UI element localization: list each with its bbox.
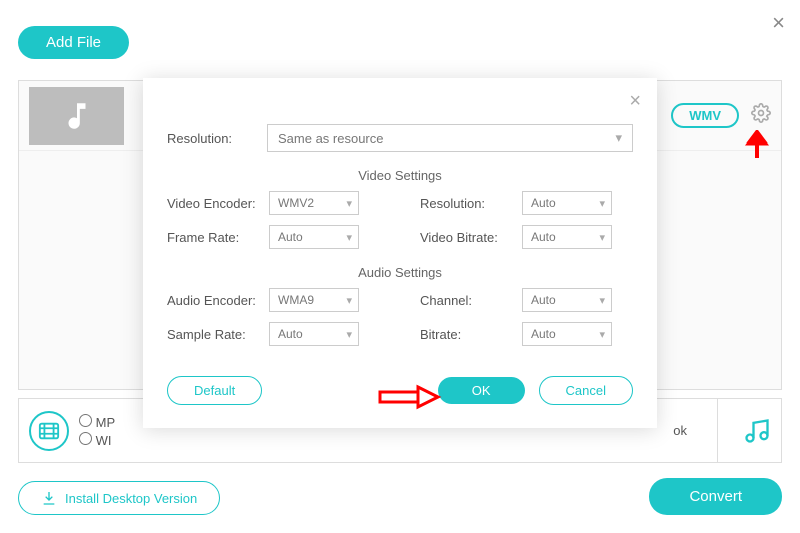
- radio-option-2[interactable]: WI: [79, 432, 115, 448]
- channel-label: Channel:: [420, 293, 522, 308]
- sample-rate-select[interactable]: Auto: [269, 322, 359, 346]
- bitrate-label: Bitrate:: [420, 327, 522, 342]
- audio-encoder-select[interactable]: WMA9: [269, 288, 359, 312]
- video-bitrate-select[interactable]: Auto: [522, 225, 612, 249]
- audio-format-icon[interactable]: [717, 399, 771, 462]
- default-button[interactable]: Default: [167, 376, 262, 405]
- add-file-button[interactable]: Add File: [18, 26, 129, 59]
- video-settings-header: Video Settings: [167, 168, 633, 183]
- format-badge[interactable]: WMV: [671, 103, 739, 128]
- radio-option-1[interactable]: MP: [79, 414, 115, 430]
- annotation-arrow-gear: [744, 130, 770, 160]
- close-icon[interactable]: ×: [772, 10, 785, 36]
- gear-icon: [751, 103, 771, 123]
- annotation-arrow-ok: [378, 383, 442, 411]
- video-bitrate-label: Video Bitrate:: [420, 230, 522, 245]
- channel-select[interactable]: Auto: [522, 288, 612, 312]
- video-resolution-label: Resolution:: [420, 196, 522, 211]
- video-format-icon[interactable]: [29, 411, 69, 451]
- settings-gear-button[interactable]: [751, 103, 771, 128]
- radio-label: MP: [96, 415, 116, 430]
- text-fragment: ok: [673, 423, 687, 438]
- settings-modal: × Resolution: Same as resource Video Set…: [143, 78, 657, 428]
- modal-close-icon[interactable]: ×: [629, 90, 641, 113]
- audio-encoder-label: Audio Encoder:: [167, 293, 269, 308]
- convert-button[interactable]: Convert: [649, 478, 782, 515]
- video-encoder-select[interactable]: WMV2: [269, 191, 359, 215]
- video-resolution-select[interactable]: Auto: [522, 191, 612, 215]
- frame-rate-select[interactable]: Auto: [269, 225, 359, 249]
- cancel-button[interactable]: Cancel: [539, 376, 633, 405]
- download-icon: [41, 490, 57, 506]
- radio-label: WI: [96, 433, 112, 448]
- file-thumbnail: [29, 87, 124, 145]
- resolution-label: Resolution:: [167, 131, 267, 146]
- video-encoder-label: Video Encoder:: [167, 196, 269, 211]
- format-radio-group: MP WI: [79, 412, 115, 450]
- sample-rate-label: Sample Rate:: [167, 327, 269, 342]
- music-note-icon: [60, 99, 94, 133]
- resolution-select[interactable]: Same as resource: [267, 124, 633, 152]
- install-label: Install Desktop Version: [65, 491, 197, 506]
- bitrate-select[interactable]: Auto: [522, 322, 612, 346]
- ok-button[interactable]: OK: [438, 377, 525, 404]
- install-desktop-button[interactable]: Install Desktop Version: [18, 481, 220, 515]
- frame-rate-label: Frame Rate:: [167, 230, 269, 245]
- audio-settings-header: Audio Settings: [167, 265, 633, 280]
